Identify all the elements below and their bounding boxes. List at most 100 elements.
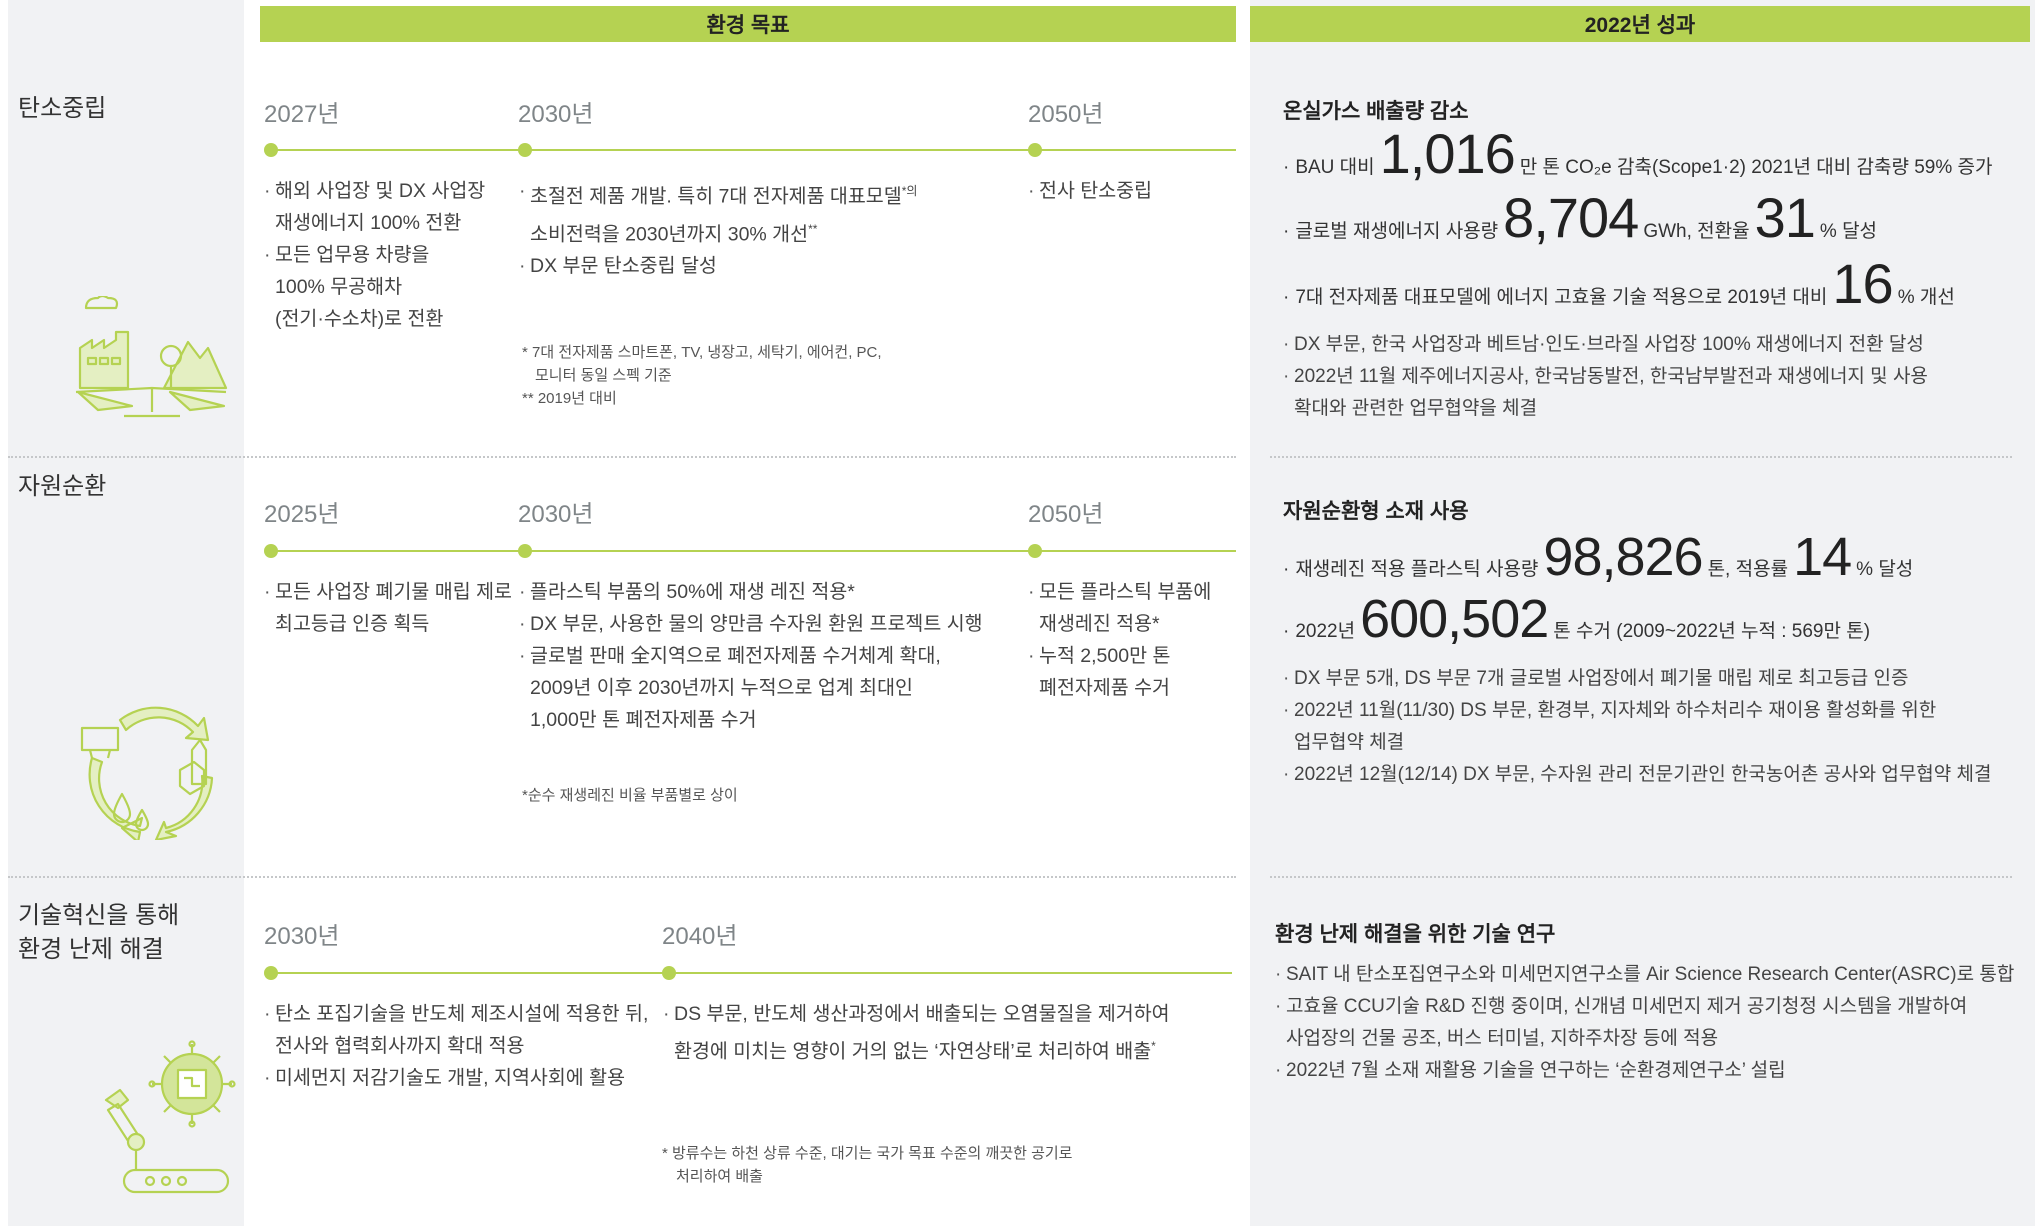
list-text: 모든 사업장 폐기물 매립 제로 [275, 581, 512, 603]
list-text: 초절전 제품 개발. 특히 7대 전자제품 대표모델 [530, 185, 902, 208]
list-item: 탄소 포집기술을 반도체 제조시설에 적용한 뒤, 전사와 협력회사까지 확대 적… [264, 998, 664, 1062]
list-text: 100% 무공해차 [275, 276, 403, 298]
list-text: 미세먼지 저감기술도 개발, 지역사회에 활용 [275, 1067, 626, 1089]
list-text: 2022년 11월(11/30) DS 부문, 환경부, 지자체와 하수처리수 … [1294, 700, 1937, 721]
list-item: DX 부문, 사용한 물의 양만큼 수자원 환원 프로젝트 시행 [519, 608, 1019, 640]
result-text: 7대 전자제품 대표모델에 에너지 고효율 기술 적용으로 2019년 대비 [1295, 287, 1828, 308]
result-title-tech: 환경 난제 해결을 위한 기술 연구 [1275, 923, 1556, 946]
footnote-text: *순수 재생레진 비율 부품별로 상이 [522, 787, 738, 804]
list-text: 해외 사업장 및 DX 사업장 [275, 180, 486, 202]
result-line: · BAU 대비 1,016 만 톤 CO₂e 감축(Scope1·2) 202… [1283, 126, 1993, 182]
result-text: 2022년 [1295, 621, 1356, 642]
list-item: 모든 사업장 폐기물 매립 제로최고등급 인증 획득 [264, 576, 514, 640]
timeline-dot [264, 143, 278, 157]
results-header: 2022년 성과 [1250, 6, 2030, 42]
result-figure: 14 [1793, 527, 1852, 587]
timeline-dot [264, 966, 278, 980]
goal-list-2030: 탄소 포집기술을 반도체 제조시설에 적용한 뒤, 전사와 협력회사까지 확대 적… [264, 998, 664, 1094]
year-label: 2050년 [1028, 101, 1104, 128]
section-divider [8, 876, 1236, 878]
list-text: 모든 플라스틱 부품에 [1039, 581, 1212, 603]
list-text: 전사와 협력회사까지 확대 적용 [275, 1035, 525, 1057]
timeline-dot [518, 143, 532, 157]
goal-list-2040: DS 부문, 반도체 생산과정에서 배출되는 오염물질을 제거하여환경에 미치는… [663, 998, 1233, 1068]
result-figure: 8,704 [1503, 186, 1639, 249]
robot-arm-chip-icon [94, 1040, 244, 1205]
result-figure: 98,826 [1543, 527, 1703, 587]
result-line: · 재생레진 적용 플라스틱 사용량 98,826 톤, 적용률 14 % 달성 [1283, 530, 1913, 584]
section-divider [1270, 876, 2012, 878]
list-item: DS 부문, 반도체 생산과정에서 배출되는 오염물질을 제거하여환경에 미치는… [663, 998, 1233, 1068]
list-text: 재생에너지 100% 전환 [275, 212, 462, 234]
list-text: DX 부문, 한국 사업장과 베트남·인도·브라질 사업장 100% 재생에너지… [1294, 334, 1924, 355]
list-item: 고효율 CCU기술 R&D 진행 중이며, 신개념 미세먼지 제거 공기청정 시… [1275, 991, 2025, 1055]
list-text: 사업장의 건물 공조, 버스 터미널, 지하주차장 등에 적용 [1286, 1028, 1719, 1049]
year-label: 2050년 [1028, 501, 1104, 528]
list-item: 해외 사업장 및 DX 사업장재생에너지 100% 전환 [264, 175, 514, 239]
list-text: 누적 2,500만 톤 [1039, 645, 1171, 667]
result-figure: 16 [1832, 252, 1893, 315]
list-item: SAIT 내 탄소포집연구소와 미세먼지연구소를 Air Science Res… [1275, 959, 2025, 991]
result-figure: 1,016 [1379, 122, 1516, 185]
result-line: · 2022년 600,502 톤 수거 (2009~2022년 누적 : 56… [1283, 592, 1870, 646]
result-list-resource: DX 부문 5개, DS 부문 7개 글로벌 사업장에서 폐기물 매립 제로 최… [1283, 663, 2013, 791]
list-text: 환경에 미치는 영향이 거의 없는 ‘자연상태’로 처리하여 배출 [674, 1040, 1152, 1063]
bullet-dot: · [1283, 287, 1290, 308]
list-item: DX 부문 5개, DS 부문 7개 글로벌 사업장에서 폐기물 매립 제로 최… [1283, 663, 2013, 695]
list-text: 업무협약 체결 [1294, 732, 1405, 753]
result-title-resource: 자원순환형 소재 사용 [1283, 500, 1469, 523]
list-text: 전사 탄소중립 [1039, 180, 1153, 202]
list-text: 2022년 12월(12/14) DX 부문, 수자원 관리 전문기관인 한국농… [1294, 764, 1992, 785]
result-line: · 글로벌 재생에너지 사용량 8,704 GWh, 전환율 31 % 달성 [1283, 190, 1877, 246]
list-text: SAIT 내 탄소포집연구소와 미세먼지연구소를 Air Science Res… [1286, 964, 2015, 985]
goal-list-2025: 모든 사업장 폐기물 매립 제로최고등급 인증 획득 [264, 576, 514, 640]
result-text: % 달성 [1819, 221, 1878, 242]
year-label: 2027년 [264, 101, 340, 128]
footnote-text: 모니터 동일 스펙 기준 [535, 367, 672, 384]
section-title-resource: 자원순환 [18, 473, 107, 500]
list-item: 모든 업무용 차량을 100% 무공해차 (전기·수소차)로 전환 [264, 239, 514, 335]
result-figure: 600,502 [1360, 589, 1549, 649]
year-label: 2030년 [518, 101, 594, 128]
result-text: 만 톤 CO₂e 감축(Scope1·2) 2021년 대비 감축량 59% 증… [1519, 157, 1993, 178]
result-text: 톤, 적용률 [1707, 559, 1789, 580]
result-line: · 7대 전자제품 대표모델에 에너지 고효율 기술 적용으로 2019년 대비… [1283, 256, 1955, 312]
goals-header: 환경 목표 [260, 6, 1236, 42]
result-text: 톤 수거 (2009~2022년 누적 : 569만 톤) [1553, 621, 1871, 642]
list-text: 모든 업무용 차량을 [275, 244, 430, 266]
timeline-line [270, 550, 1236, 552]
year-label: 2025년 [264, 501, 340, 528]
list-text: DS 부문, 반도체 생산과정에서 배출되는 오염물질을 제거하여 [674, 1003, 1170, 1025]
result-text: % 개선 [1897, 287, 1955, 308]
bullet-dot: · [1283, 621, 1290, 642]
footnote-text: ** 2019년 대비 [522, 390, 617, 407]
list-text: 플라스틱 부품의 50%에 재생 레진 적용* [530, 581, 855, 603]
section-title-carbon: 탄소중립 [18, 95, 107, 122]
result-list-carbon: DX 부문, 한국 사업장과 베트남·인도·브라질 사업장 100% 재생에너지… [1283, 329, 2003, 425]
timeline-dot [1028, 143, 1042, 157]
list-item: 미세먼지 저감기술도 개발, 지역사회에 활용 [264, 1062, 664, 1094]
list-text: DX 부문 탄소중립 달성 [530, 255, 717, 277]
footnote-mark: * [1151, 1039, 1156, 1053]
timeline-dot [662, 966, 676, 980]
list-text: 2022년 7월 소재 재활용 기술을 연구하는 ‘순환경제연구소’ 설립 [1286, 1060, 1786, 1081]
recycle-cycle-icon [80, 700, 230, 845]
footnote-mark: *의 [901, 184, 918, 198]
list-item: 누적 2,500만 톤폐전자제품 수거 [1028, 640, 1228, 704]
year-label: 2030년 [264, 923, 340, 950]
result-text: 재생레진 적용 플라스틱 사용량 [1295, 559, 1539, 580]
result-text: 글로벌 재생에너지 사용량 [1295, 221, 1499, 242]
result-text: GWh, 전환율 [1643, 221, 1750, 242]
year-label: 2040년 [662, 923, 738, 950]
list-text: 확대와 관련한 업무협약을 체결 [1294, 398, 1538, 419]
goal-list-2027: 해외 사업장 및 DX 사업장재생에너지 100% 전환 모든 업무용 차량을 1… [264, 175, 514, 335]
timeline-line [270, 972, 1232, 974]
list-text: (전기·수소차)로 전환 [275, 308, 444, 330]
list-text: 2009년 이후 2030년까지 누적으로 업계 최대인 [530, 677, 913, 699]
list-item: 2022년 11월 제주에너지공사, 한국남동발전, 한국남부발전과 재생에너지… [1283, 361, 2003, 425]
year-label: 2030년 [518, 501, 594, 528]
list-text: 2022년 11월 제주에너지공사, 한국남동발전, 한국남부발전과 재생에너지… [1294, 366, 1928, 387]
footnote: * 7대 전자제품 스마트폰, TV, 냉장고, 세탁기, 에어컨, PC, 모… [522, 341, 882, 410]
result-title-carbon: 온실가스 배출량 감소 [1283, 100, 1469, 123]
section-title-tech: 기술혁신을 통해 환경 난제 해결 [18, 899, 179, 967]
